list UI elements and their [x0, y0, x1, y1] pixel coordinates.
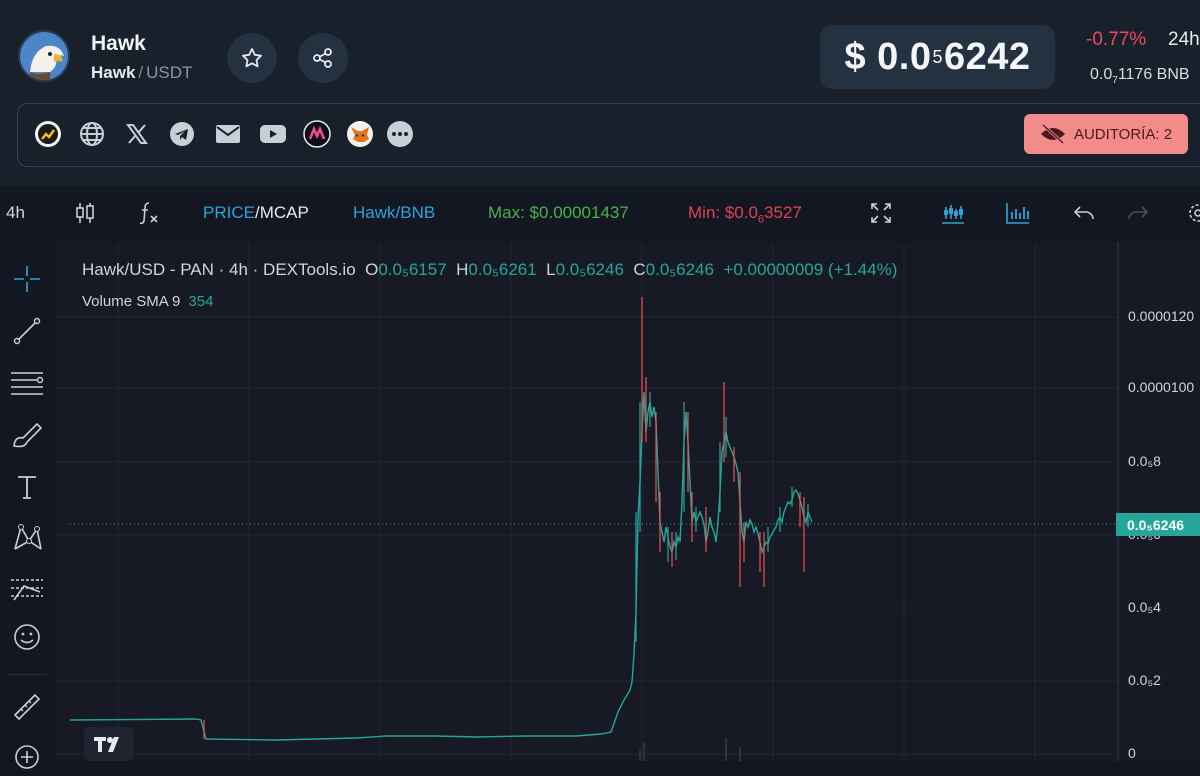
volume-legend: Volume SMA 9 354	[82, 293, 213, 310]
brush-icon[interactable]	[8, 416, 46, 454]
token-header: Hawk Hawk / USDT $ 0.0 5 6242 -0.77% 24h 0.0…	[0, 0, 1200, 186]
pattern-icon[interactable]	[8, 518, 46, 556]
mcap-toggle-label: /MCAP	[254, 203, 309, 222]
bnb-digits: 1176	[1117, 66, 1153, 83]
axis-label: 0	[1128, 745, 1136, 761]
red-wicks	[203, 297, 805, 739]
bnb-unit: BNB	[1156, 66, 1190, 83]
current-price-tag: 0.0₅6246	[1116, 513, 1200, 536]
zoom-in-icon[interactable]	[8, 738, 46, 776]
high-value: 0.0₅6261	[468, 260, 537, 279]
axis-label: 0.0000100	[1128, 379, 1195, 395]
volume-value: 354	[188, 293, 214, 310]
max-price: Max: $0.00001437	[488, 203, 629, 222]
low-value: 0.0₅6246	[555, 260, 624, 279]
price-series	[69, 297, 813, 761]
telegram-icon[interactable]	[167, 119, 197, 149]
tool-divider	[8, 674, 46, 675]
volume-label: Volume SMA 9	[82, 293, 181, 310]
volume-bars	[639, 738, 741, 761]
token-pair: Hawk / USDT	[91, 63, 192, 83]
candles-icon[interactable]	[72, 200, 98, 226]
axis-label: 0.0000120	[1128, 308, 1195, 324]
change-period: 24h	[1168, 29, 1200, 50]
x-icon[interactable]	[122, 119, 152, 149]
settings-icon[interactable]	[1185, 200, 1200, 226]
tradingview-logo-icon[interactable]	[84, 727, 134, 761]
interval-selector[interactable]: 4h	[6, 203, 25, 223]
forecast-icon[interactable]	[8, 570, 46, 608]
horizontal-lines-icon[interactable]	[8, 364, 46, 402]
token-name: Hawk	[91, 32, 146, 55]
green-wicks	[635, 392, 809, 642]
price-chart[interactable]	[56, 242, 1200, 761]
pair-switch[interactable]: Hawk/BNB	[353, 203, 435, 223]
redo-icon[interactable]	[1125, 200, 1151, 226]
close-value: 0.0₅6246	[645, 260, 714, 279]
text-tool-icon[interactable]	[8, 468, 46, 506]
share-icon	[313, 48, 332, 68]
fullscreen-icon[interactable]	[868, 200, 894, 226]
pair-separator: /	[138, 63, 144, 82]
favorite-button[interactable]	[227, 33, 277, 83]
close-key: C	[633, 260, 646, 279]
globe-icon[interactable]	[77, 119, 107, 149]
min-digits: 3527	[764, 203, 802, 222]
axis-label: 0.0₅4	[1128, 599, 1161, 615]
youtube-icon[interactable]	[258, 119, 288, 149]
audit-badge[interactable]: AUDITORÍA: 2	[1024, 114, 1188, 154]
volume-chart-icon[interactable]	[1005, 200, 1031, 226]
share-button[interactable]	[298, 33, 348, 83]
drawing-toolbar	[0, 242, 56, 769]
current-price: $ 0.0 5 6242	[820, 25, 1055, 89]
trades-chart-icon[interactable]	[940, 200, 966, 226]
audit-label: AUDITORÍA: 2	[1073, 125, 1173, 143]
price-subscript: 5	[932, 46, 943, 67]
price-toggle-label: PRICE	[203, 203, 255, 222]
crosshair-icon[interactable]	[8, 260, 46, 298]
more-icon[interactable]	[385, 119, 415, 149]
app-icon[interactable]	[302, 119, 332, 149]
change-value: +0.00000009 (+1.44%)	[723, 260, 898, 279]
trend-line-icon[interactable]	[8, 312, 46, 350]
undo-icon[interactable]	[1071, 200, 1097, 226]
min-prefix: Min: $0.0	[688, 203, 758, 222]
chart-site-icon[interactable]	[33, 119, 63, 149]
eye-off-icon	[1040, 123, 1065, 145]
open-value: 0.0₅6157	[378, 260, 447, 279]
min-price: Min: $0.063527	[688, 203, 802, 225]
price-in-bnb: 0.071176 BNB	[1090, 66, 1190, 86]
grid	[56, 242, 1118, 761]
chart-toolbar: 4h PRICE/MCAP Hawk/BNB Max: $0.00001437 …	[0, 186, 1200, 242]
indicators-icon[interactable]	[136, 200, 162, 226]
axis-label: 0.0₅8	[1128, 453, 1161, 469]
legend-title: Hawk/USD - PAN · 4h · DEXTools.io	[82, 260, 356, 279]
metamask-icon[interactable]	[345, 119, 375, 149]
price-mcap-toggle[interactable]: PRICE/MCAP	[203, 203, 309, 223]
pair-base: Hawk	[91, 63, 136, 82]
price-change-24h: -0.77%	[1086, 29, 1147, 50]
price-digits: 6242	[944, 35, 1031, 78]
ohlc-legend: Hawk/USD - PAN · 4h · DEXTools.io O0.0₅6…	[82, 260, 897, 280]
emoji-icon[interactable]	[8, 618, 46, 656]
bnb-prefix: 0.0	[1090, 66, 1113, 83]
price-prefix: $ 0.0	[844, 35, 932, 78]
star-icon	[242, 48, 262, 68]
ruler-icon[interactable]	[8, 688, 46, 726]
high-key: H	[456, 260, 469, 279]
low-key: L	[546, 260, 556, 279]
pair-quote: USDT	[146, 63, 193, 82]
axis-label: 0.0₅2	[1128, 672, 1161, 688]
token-logo	[18, 30, 70, 82]
open-key: O	[365, 260, 379, 279]
mail-icon[interactable]	[213, 119, 243, 149]
